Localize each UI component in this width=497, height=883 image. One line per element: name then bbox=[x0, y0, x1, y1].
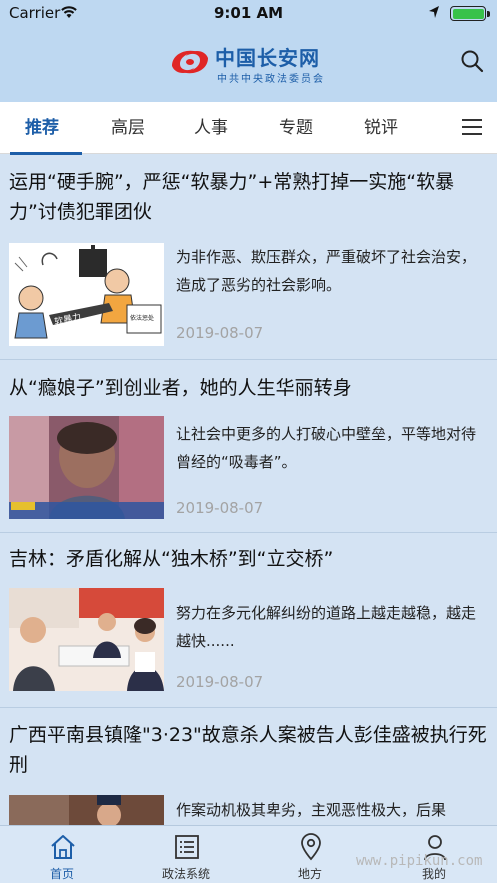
article-title[interactable]: 吉林：矛盾化解从“独木桥”到“立交桥” bbox=[9, 544, 487, 574]
article-title[interactable]: 运用“硬手腕”，严惩“软暴力”+常熟打掉一实施“软暴力”讨债犯罪团伙 bbox=[9, 167, 487, 227]
tab-recommended[interactable]: 推荐 bbox=[2, 102, 82, 155]
location-arrow-icon bbox=[429, 6, 439, 18]
app-brand: 中国长安网 中共中央政法委员会 bbox=[168, 40, 338, 86]
nav-local-label: 地方 bbox=[297, 867, 322, 881]
menu-icon[interactable] bbox=[462, 119, 482, 137]
watermark: www.pipikun.com bbox=[356, 853, 483, 869]
article-card[interactable]: 吉林：矛盾化解从“独木桥”到“立交桥” 努力在多元化解纠纷的道路上越走越稳，越走… bbox=[0, 533, 497, 708]
tab-commentary[interactable]: 锐评 bbox=[341, 102, 421, 154]
tab-leadership[interactable]: 高层 bbox=[88, 102, 168, 154]
article-title[interactable]: 从“瘾娘子”到创业者，她的人生华丽转身 bbox=[9, 373, 487, 403]
nav-local[interactable]: 地方 bbox=[248, 826, 372, 883]
article-card[interactable]: 从“瘾娘子”到创业者，她的人生华丽转身 让社会中更多的人打破心中壁垒，平等地对待… bbox=[0, 360, 497, 533]
status-bar: Carrier 9:01 AM bbox=[0, 0, 497, 26]
article-thumbnail[interactable]: 软暴力 依法惩处 bbox=[9, 243, 164, 346]
app-subtitle: 中共中央政法委员会 bbox=[217, 74, 325, 85]
article-thumbnail[interactable] bbox=[9, 588, 164, 691]
clock: 9:01 AM bbox=[213, 4, 284, 22]
article-summary: 作案动机极其卑劣，主观恶性极大，后果 bbox=[176, 801, 447, 819]
battery-icon bbox=[450, 6, 490, 21]
list-icon bbox=[175, 835, 199, 859]
category-tabs: 推荐 高层 人事 专题 锐评 bbox=[0, 102, 497, 155]
article-title[interactable]: 广西平南县镇隆"3·23"故意杀人案被告人彭佳盛被执行死刑 bbox=[9, 720, 487, 780]
article-card[interactable]: 广西平南县镇隆"3·23"故意杀人案被告人彭佳盛被执行死刑 作案动机极其卑劣，主… bbox=[0, 708, 497, 825]
nav-legal-system-label: 政法系统 bbox=[161, 867, 210, 881]
article-summary: 让社会中更多的人打破心中壁垒，平等地对待曾经的“吸毒者”。 bbox=[176, 425, 477, 471]
article-summary: 努力在多元化解纠纷的道路上越走越稳，越走越快...... bbox=[176, 604, 477, 650]
nav-home[interactable]: 首页 bbox=[0, 826, 124, 883]
location-pin-icon bbox=[301, 833, 321, 861]
nav-legal-system[interactable]: 政法系统 bbox=[124, 826, 248, 883]
thumbnail-sign: 依法惩处 bbox=[130, 314, 154, 322]
nav-home-label: 首页 bbox=[49, 867, 74, 881]
app-header: Carrier 9:01 AM 中国长安网 中共中央政法委员会 bbox=[0, 0, 497, 102]
search-icon[interactable] bbox=[460, 49, 484, 73]
home-icon bbox=[51, 835, 75, 859]
article-date: 2019-08-07 bbox=[176, 499, 264, 517]
article-thumbnail[interactable] bbox=[9, 416, 164, 519]
article-thumbnail[interactable] bbox=[9, 795, 164, 825]
tab-special[interactable]: 专题 bbox=[256, 102, 336, 154]
chang-an-logo-icon bbox=[172, 50, 208, 74]
article-summary: 为非作恶、欺压群众，严重破坏了社会治安，造成了恶劣的社会影响。 bbox=[176, 248, 477, 294]
app-name: 中国长安网 bbox=[215, 46, 320, 70]
article-date: 2019-08-07 bbox=[176, 324, 264, 342]
tab-personnel[interactable]: 人事 bbox=[171, 102, 251, 154]
news-feed: 运用“硬手腕”，严惩“软暴力”+常熟打掉一实施“软暴力”讨债犯罪团伙 软暴力 依… bbox=[0, 155, 497, 825]
article-date: 2019-08-07 bbox=[176, 673, 264, 691]
article-card[interactable]: 运用“硬手腕”，严惩“软暴力”+常熟打掉一实施“软暴力”讨债犯罪团伙 软暴力 依… bbox=[0, 155, 497, 360]
